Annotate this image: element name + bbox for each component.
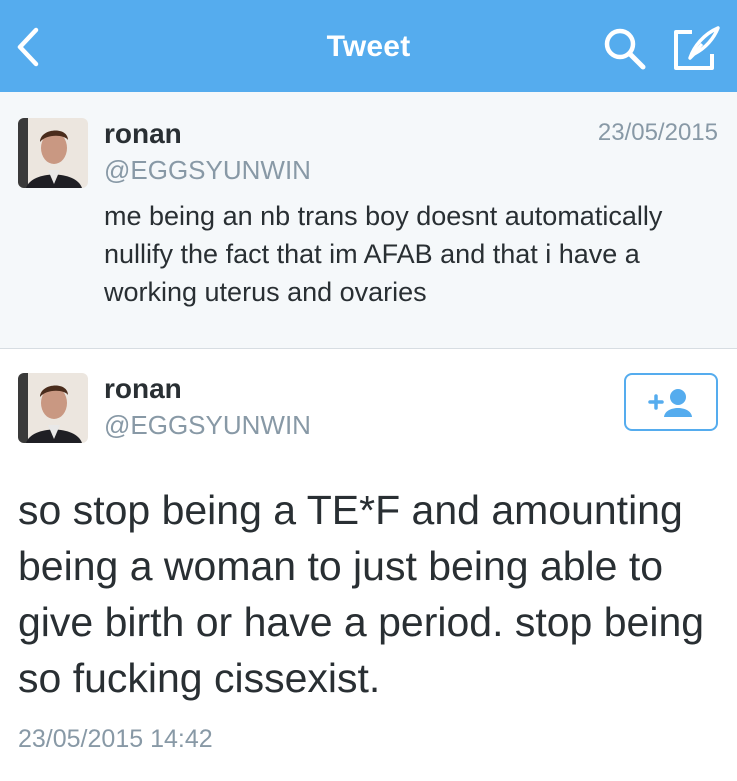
- search-icon[interactable]: [602, 26, 648, 72]
- author-name[interactable]: ronan: [104, 118, 182, 150]
- add-user-icon: [648, 389, 692, 417]
- author-handle[interactable]: @EGGSYUNWIN: [104, 410, 311, 441]
- compose-icon[interactable]: [670, 24, 722, 74]
- main-tweet: ronan @EGGSYUNWIN so stop being a TE*F a…: [0, 349, 737, 781]
- parent-tweet[interactable]: ronan @EGGSYUNWIN 23/05/2015 me being an…: [0, 92, 737, 349]
- author-handle[interactable]: @EGGSYUNWIN: [104, 155, 311, 186]
- follow-button[interactable]: [624, 373, 718, 431]
- tweet-text: so stop being a TE*F and amounting being…: [18, 487, 705, 701]
- avatar[interactable]: [18, 118, 88, 188]
- navigation-bar: Tweet: [0, 0, 737, 92]
- author-name[interactable]: ronan: [104, 373, 182, 405]
- tweet-date: 23/05/2015: [597, 119, 718, 146]
- avatar[interactable]: [18, 373, 88, 443]
- tweet-text: me being an nb trans boy doesnt automati…: [104, 201, 663, 307]
- tweet-timestamp: 23/05/2015 14:42: [18, 725, 213, 753]
